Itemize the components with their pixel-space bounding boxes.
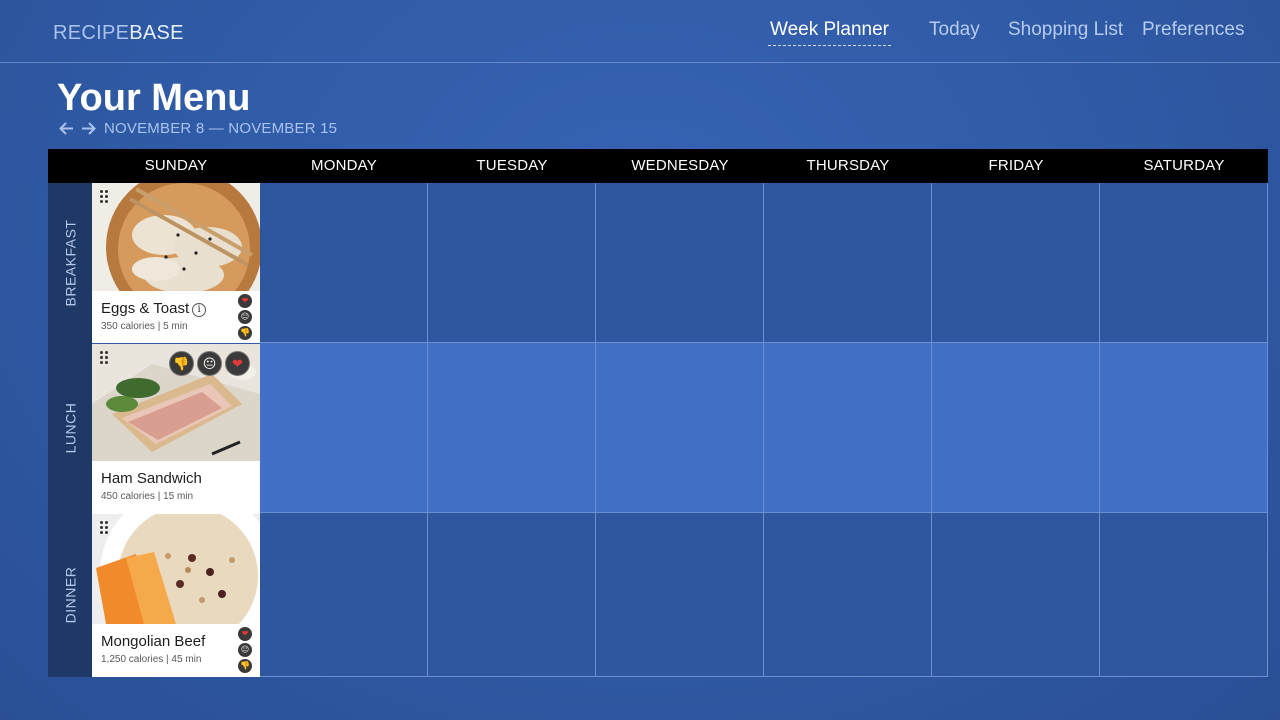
thumbs-down-icon[interactable]: 👎 bbox=[238, 326, 252, 340]
meal-label-dinner: DINNER bbox=[62, 566, 79, 624]
recipe-name: Ham Sandwich bbox=[101, 470, 202, 487]
heart-icon[interactable]: ❤ bbox=[225, 351, 250, 376]
slot-wednesday-dinner[interactable] bbox=[596, 513, 764, 677]
heart-icon[interactable]: ❤ bbox=[238, 627, 252, 641]
slot-friday-lunch[interactable] bbox=[932, 343, 1100, 513]
slot-saturday-lunch[interactable] bbox=[1100, 343, 1268, 513]
neutral-face-icon[interactable]: 😐 bbox=[197, 351, 222, 376]
day-header-wednesday: WEDNESDAY bbox=[631, 157, 729, 174]
day-header-friday: FRIDAY bbox=[988, 157, 1044, 174]
slot-monday-breakfast[interactable] bbox=[260, 183, 428, 343]
meal-column: BREAKFAST LUNCH DINNER bbox=[48, 183, 92, 677]
reaction-buttons: ❤ 😐 👎 bbox=[238, 627, 252, 673]
slot-thursday-lunch[interactable] bbox=[764, 343, 932, 513]
recipe-meta: 350 calories | 5 min bbox=[101, 321, 188, 332]
neutral-face-icon[interactable]: 😐 bbox=[238, 310, 252, 324]
day-header-tuesday: TUESDAY bbox=[476, 157, 548, 174]
slot-saturday-dinner[interactable] bbox=[1100, 513, 1268, 677]
thumbs-down-icon[interactable]: 👎 bbox=[238, 659, 252, 673]
neutral-face-icon[interactable]: 😐 bbox=[238, 643, 252, 657]
heart-icon[interactable]: ❤ bbox=[238, 294, 252, 308]
slot-wednesday-breakfast[interactable] bbox=[596, 183, 764, 343]
slot-thursday-breakfast[interactable] bbox=[764, 183, 932, 343]
slot-saturday-breakfast[interactable] bbox=[1100, 183, 1268, 343]
week-navigation: NOVEMBER 8 — NOVEMBER 15 bbox=[57, 118, 337, 138]
reaction-buttons-large: 👎 😐 ❤ bbox=[169, 351, 250, 376]
recipe-meta: 1,250 calories | 45 min bbox=[101, 654, 202, 665]
slot-friday-dinner[interactable] bbox=[932, 513, 1100, 677]
nav-week-planner[interactable]: Week Planner bbox=[768, 19, 891, 46]
slot-friday-breakfast[interactable] bbox=[932, 183, 1100, 343]
slot-tuesday-breakfast[interactable] bbox=[428, 183, 596, 343]
day-header-saturday: SATURDAY bbox=[1143, 157, 1225, 174]
recipe-name: Mongolian Beef bbox=[101, 633, 206, 650]
granola-bowl-image bbox=[92, 514, 260, 624]
main-nav: Week Planner Today Shopping List Prefere… bbox=[0, 19, 1280, 49]
drag-handle-icon[interactable] bbox=[100, 351, 108, 364]
day-header-sunday: SUNDAY bbox=[144, 157, 208, 174]
slot-tuesday-dinner[interactable] bbox=[428, 513, 596, 677]
recipe-name-eggs-toast: Eggs & Toast i bbox=[101, 300, 207, 317]
drag-handle-icon[interactable] bbox=[100, 190, 108, 203]
page-title: Your Menu bbox=[57, 77, 251, 119]
nav-today[interactable]: Today bbox=[929, 19, 980, 41]
recipe-card-lunch[interactable]: 👎 😐 ❤ Ham Sandwich 450 calories | 15 min bbox=[92, 344, 260, 514]
slot-thursday-dinner[interactable] bbox=[764, 513, 932, 677]
arrow-left-icon[interactable] bbox=[57, 119, 75, 137]
recipe-name: Eggs & Toast bbox=[101, 300, 190, 317]
thumbs-down-icon[interactable]: 👎 bbox=[169, 351, 194, 376]
recipe-card-breakfast[interactable]: Eggs & Toast i 350 calories | 5 min ❤ 😐 👎 bbox=[92, 183, 260, 343]
arrow-right-icon[interactable] bbox=[79, 119, 97, 137]
info-icon[interactable]: i bbox=[192, 303, 207, 317]
slot-wednesday-lunch[interactable] bbox=[596, 343, 764, 513]
dumplings-image bbox=[92, 183, 260, 291]
day-header-thursday: THURSDAY bbox=[806, 157, 890, 174]
slot-monday-dinner[interactable] bbox=[260, 513, 428, 677]
top-bar: RECIPEBASE Week Planner Today Shopping L… bbox=[0, 0, 1280, 63]
day-header-monday: MONDAY bbox=[311, 157, 377, 174]
slot-tuesday-lunch[interactable] bbox=[428, 343, 596, 513]
nav-shopping-list[interactable]: Shopping List bbox=[1008, 19, 1123, 41]
slot-monday-lunch[interactable] bbox=[260, 343, 428, 513]
meal-label-breakfast: BREAKFAST bbox=[62, 219, 78, 307]
day-header-row: SUNDAY MONDAY TUESDAY WEDNESDAY THURSDAY… bbox=[48, 149, 1268, 183]
reaction-buttons: ❤ 😐 👎 bbox=[238, 294, 252, 340]
recipe-meta: 450 calories | 15 min bbox=[101, 491, 194, 502]
week-grid bbox=[92, 183, 1269, 677]
date-range: NOVEMBER 8 — NOVEMBER 15 bbox=[104, 119, 338, 137]
nav-preferences[interactable]: Preferences bbox=[1142, 19, 1244, 41]
recipe-card-dinner[interactable]: Mongolian Beef 1,250 calories | 45 min ❤… bbox=[92, 514, 260, 677]
meal-label-lunch: LUNCH bbox=[62, 402, 79, 454]
drag-handle-icon[interactable] bbox=[100, 521, 108, 534]
